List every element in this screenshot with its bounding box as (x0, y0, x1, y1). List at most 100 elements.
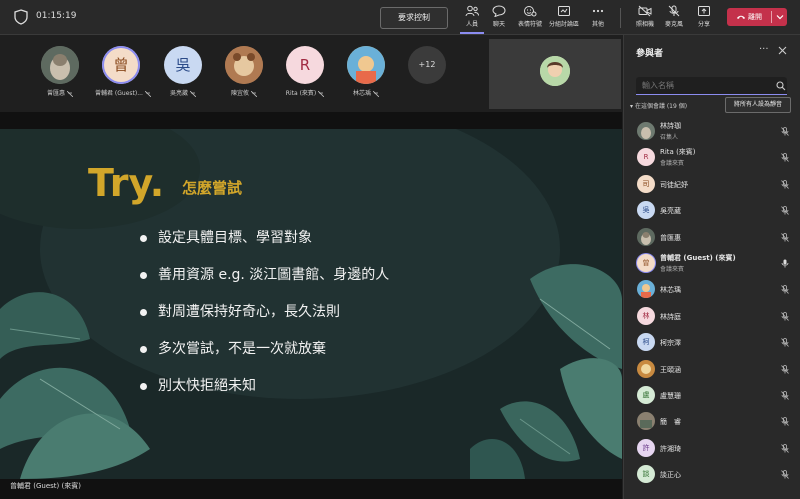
mute-all-button[interactable]: 將所有人設為靜音 (725, 97, 791, 113)
strip-participant[interactable]: 曾 曾輔君 (Guest)... (95, 46, 151, 97)
reactions-icon (524, 6, 537, 17)
avatar-photo (41, 46, 79, 84)
mic-off-icon[interactable] (781, 470, 789, 479)
participant-name: 簡 睿 (660, 418, 681, 427)
mic-off-icon (189, 90, 196, 97)
mic-off-icon[interactable] (781, 232, 789, 242)
mic-off-icon[interactable] (781, 391, 789, 400)
phone-hangup-icon (737, 15, 745, 19)
share-button[interactable]: 分享 (686, 4, 722, 32)
mic-off-icon (144, 90, 151, 97)
participant-name: 曾匯惠 (47, 90, 66, 97)
strip-participant[interactable]: 林芯瑀 (340, 46, 392, 97)
mic-off-icon[interactable] (781, 179, 789, 189)
participant-name: 吳亮葳 (170, 90, 189, 97)
list-item[interactable]: 林 林詩庭 (624, 303, 800, 329)
more-button-label: 其他 (591, 21, 604, 28)
chat-icon (492, 5, 506, 17)
chevron-down-icon[interactable] (775, 12, 785, 22)
mic-on-icon[interactable] (781, 259, 789, 268)
more-participants-count: +12 (408, 46, 446, 84)
avatar (637, 280, 655, 299)
avatar-photo (637, 359, 655, 378)
list-item[interactable]: 柯 柯宗澤 (624, 329, 800, 355)
avatar (637, 359, 655, 378)
mic-off-icon[interactable] (781, 443, 789, 453)
breakout-rooms-button[interactable]: 分組討論區 (546, 4, 582, 32)
more-participants[interactable]: +12 (401, 46, 453, 84)
toolbar-divider (620, 8, 621, 28)
avatar-initial: 吳 (175, 56, 191, 74)
list-item[interactable]: 曾匯惠 (624, 224, 800, 250)
avatar (637, 412, 655, 431)
strip-participant[interactable]: 陳宜攸 (218, 46, 270, 97)
list-item[interactable]: 曾 曾輔君 (Guest) (來賓) 會議來賓 (624, 250, 800, 276)
close-icon[interactable] (778, 46, 787, 55)
avatar: 盧 (637, 385, 655, 404)
mic-off-icon (250, 90, 257, 97)
participant-name: Rita (來賓) (285, 90, 317, 97)
mic-off-icon[interactable] (781, 364, 789, 374)
meeting-toolbar: 01:15:19 要求控制 人員 聊天 表情符號 分組討論區 其他 照相機 麥克… (0, 0, 800, 35)
more-icon (592, 9, 604, 13)
list-item[interactable]: 林芯瑀 (624, 276, 800, 302)
mic-off-icon[interactable] (781, 338, 789, 347)
mic-button-label: 麥克風 (664, 21, 683, 28)
camera-off-icon (638, 5, 652, 17)
list-item[interactable]: 談 談正心 (624, 461, 800, 487)
participant-search-input[interactable] (636, 77, 787, 95)
list-item[interactable]: 盧 盧慧珊 (624, 382, 800, 408)
avatar-photo (347, 46, 385, 84)
strip-participant[interactable]: 曾匯惠 (34, 46, 86, 97)
participant-name: 許湘琦 (660, 444, 681, 453)
mic-off-icon[interactable] (781, 285, 789, 295)
avatar (225, 46, 263, 84)
participants-panel: 參與者 ··· ▾ 在這個會議 (19 個) 將所有人設為靜音 林詩珈 召集人 … (623, 35, 800, 499)
participant-name: 林芯瑀 (353, 90, 372, 97)
request-control-button[interactable]: 要求控制 (380, 7, 448, 29)
list-item[interactable]: R Rita (來賓) 會議來賓 (624, 144, 800, 170)
participant-role: 會議來賓 (660, 160, 685, 168)
list-item[interactable]: 簡 睿 (624, 408, 800, 434)
list-item[interactable]: 林詩珈 召集人 (624, 118, 800, 144)
slide-bullet: 別太快拒絕未知 (140, 376, 389, 413)
avatar: R (286, 46, 324, 84)
strip-participant[interactable]: 吳 吳亮葳 (157, 46, 209, 97)
slide-bullet: 多次嘗試，不是一次就放棄 (140, 339, 389, 376)
self-video-tile[interactable] (489, 39, 621, 109)
list-item[interactable]: 許 許湘琦 (624, 435, 800, 461)
list-item[interactable]: 王頤涵 (624, 356, 800, 382)
reactions-button[interactable]: 表情符號 (512, 4, 548, 32)
search-icon[interactable] (776, 81, 786, 91)
presenter-caption: 曾輔君 (Guest) (來賓) (10, 482, 81, 490)
participant-name: 曾輔君 (Guest)... (95, 90, 143, 97)
leave-button[interactable]: 離開 (727, 8, 771, 26)
slide-bullet: 設定具體目標、學習對象 (140, 228, 389, 265)
mic-off-icon[interactable] (781, 153, 789, 163)
avatar-photo (637, 122, 655, 140)
shield-icon (14, 9, 28, 25)
mic-off-icon[interactable] (781, 127, 789, 136)
mic-off-icon[interactable] (781, 206, 789, 215)
slide-subtitle: 怎麼嘗試 (182, 179, 243, 197)
mic-off-icon[interactable] (781, 311, 789, 321)
strip-participant[interactable]: R Rita (來賓) (279, 46, 331, 97)
people-button-label: 人員 (465, 21, 478, 28)
list-item[interactable]: 吳 吳亮葳 (624, 197, 800, 223)
share-icon (698, 6, 710, 16)
avatar: 曾 (637, 253, 655, 272)
in-meeting-section-toggle[interactable]: ▾ 在這個會議 (19 個) (630, 101, 687, 110)
avatar: 許 (637, 438, 655, 457)
participant-name: 曾匯惠 (660, 233, 681, 242)
avatar: 曾 (102, 46, 140, 84)
panel-more-icon[interactable]: ··· (759, 44, 769, 55)
reactions-button-label: 表情符號 (517, 21, 542, 28)
meeting-timer: 01:15:19 (36, 11, 77, 21)
avatar: 吳 (637, 201, 655, 220)
list-item[interactable]: 司 司徒紀妤 (624, 171, 800, 197)
participant-name: 柯宗澤 (660, 339, 681, 348)
mic-off-icon[interactable] (781, 417, 789, 427)
more-button[interactable]: 其他 (580, 4, 616, 32)
avatar-photo (637, 227, 655, 246)
avatar (637, 122, 655, 140)
